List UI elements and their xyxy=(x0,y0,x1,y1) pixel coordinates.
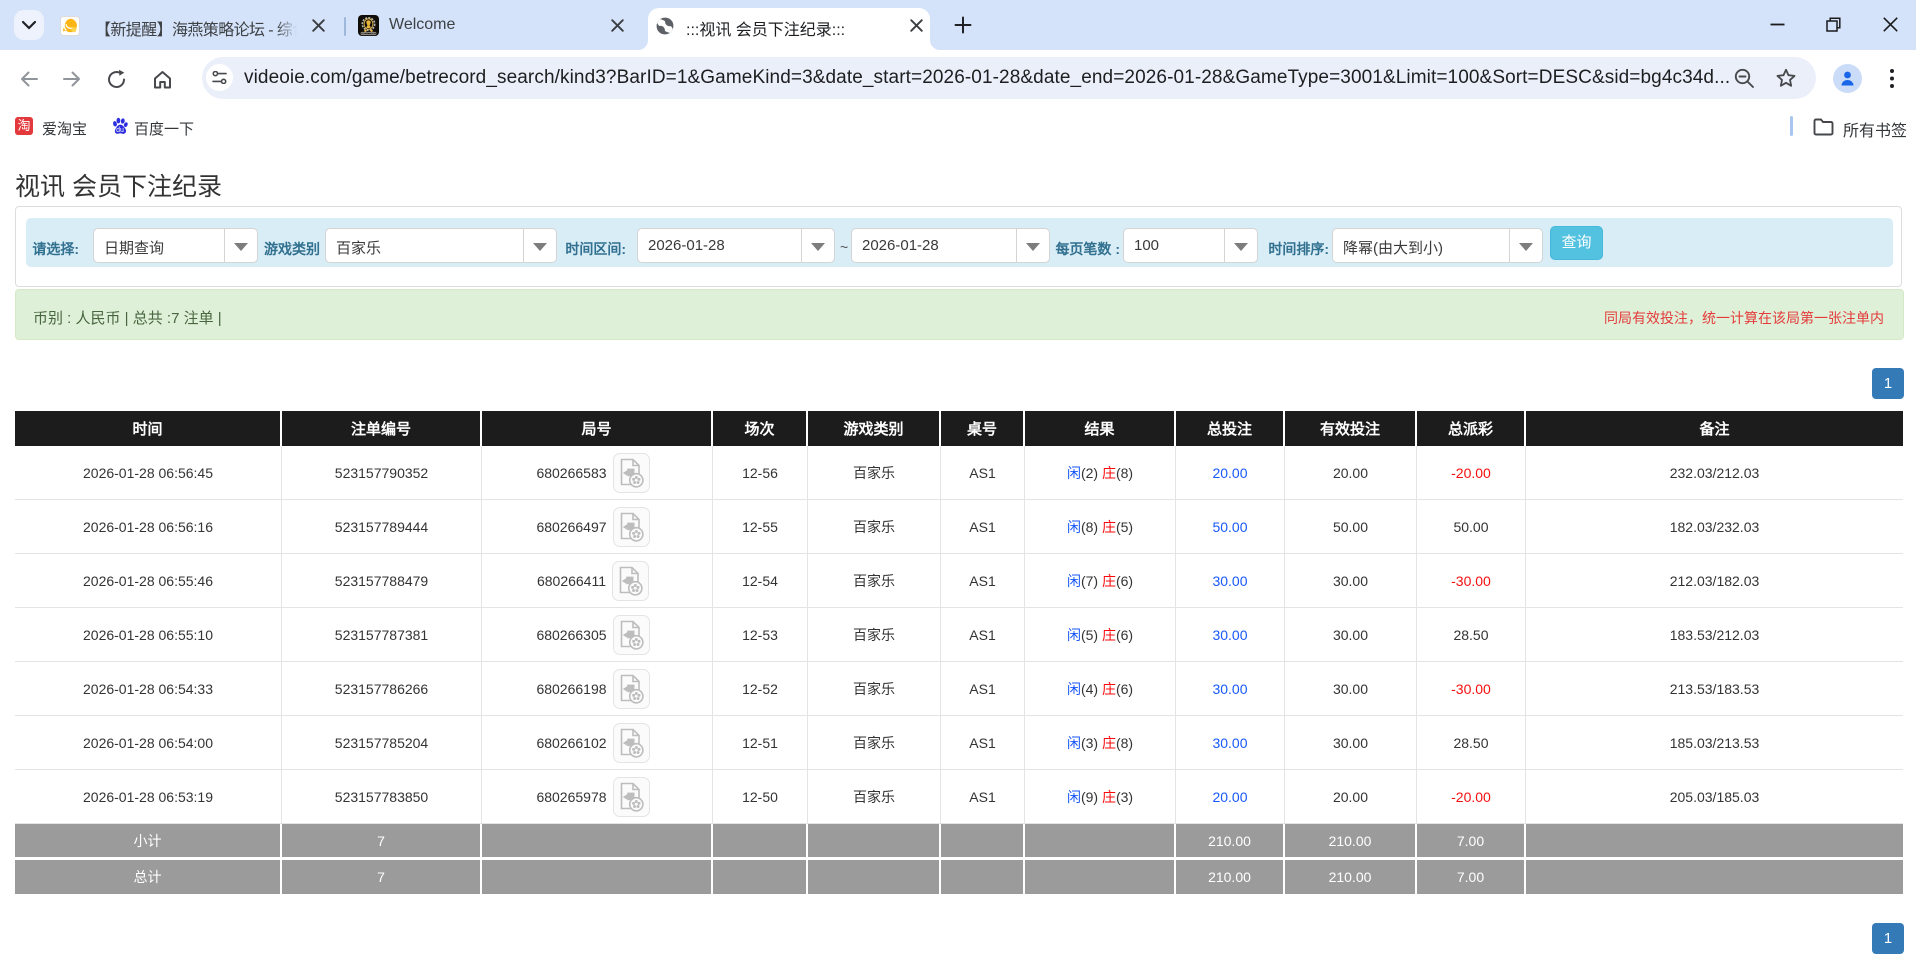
svg-text:WELCOME: WELCOME xyxy=(362,31,376,35)
svg-text:du: du xyxy=(116,127,124,134)
